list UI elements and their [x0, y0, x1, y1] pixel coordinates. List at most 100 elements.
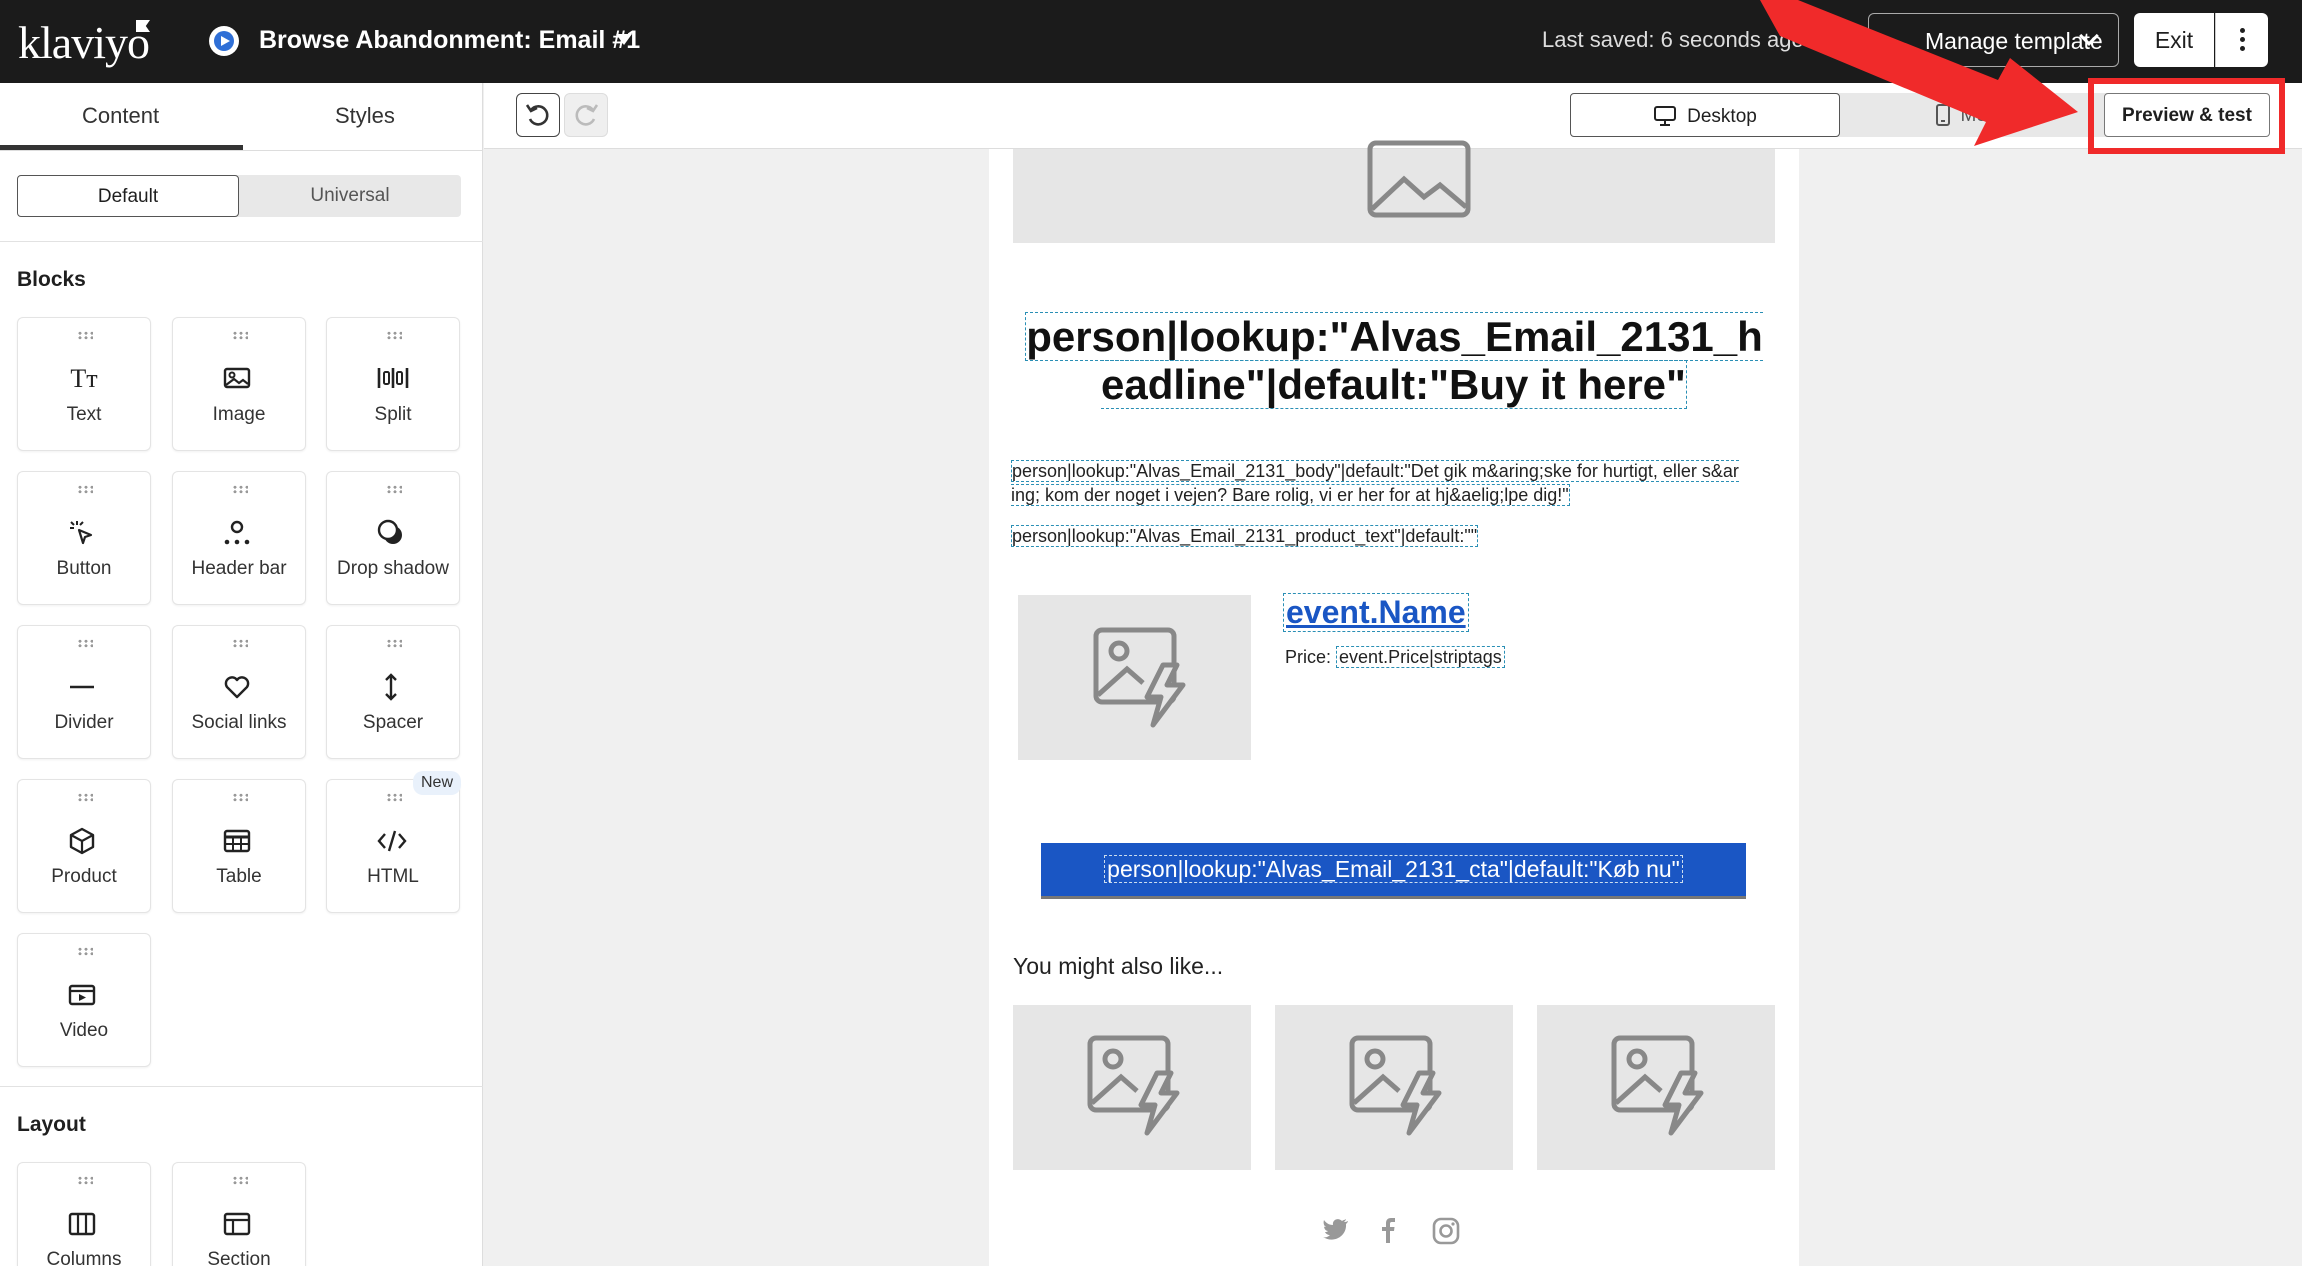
- block-label: Video: [59, 1020, 109, 1041]
- exit-button[interactable]: Exit: [2134, 13, 2214, 67]
- drag-handle-icon: [77, 485, 93, 494]
- block-text[interactable]: Tт Text: [17, 317, 151, 451]
- body-text-variable: person|lookup:"Alvas_Email_2131_body"|de…: [1011, 460, 1739, 506]
- recommended-product-image[interactable]: [1013, 1005, 1251, 1170]
- divider-icon: [67, 672, 101, 702]
- more-dot-icon: [2240, 46, 2245, 51]
- cta-text: person|lookup:"Alvas_Email_2131_cta"|def…: [1104, 855, 1683, 883]
- more-options-button[interactable]: [2215, 13, 2268, 67]
- annotation-highlight-box: [2088, 78, 2285, 154]
- block-divider[interactable]: Divider: [17, 625, 151, 759]
- block-table[interactable]: Table: [172, 779, 306, 913]
- block-drop-shadow[interactable]: Drop shadow: [326, 471, 460, 605]
- new-badge: New: [413, 771, 462, 795]
- drag-handle-icon: [386, 331, 402, 340]
- event-name-link[interactable]: event.Name: [1283, 593, 1469, 632]
- product-image-placeholder[interactable]: [1018, 595, 1251, 760]
- recommended-product-image[interactable]: [1537, 1005, 1775, 1170]
- flow-dropdown-caret-icon[interactable]: [616, 34, 632, 45]
- block-image[interactable]: Image: [172, 317, 306, 451]
- block-label: Divider: [54, 712, 114, 733]
- flow-status-icon: [209, 26, 239, 56]
- hero-image-placeholder[interactable]: [1013, 140, 1775, 243]
- columns-icon: [67, 1209, 101, 1239]
- heart-icon: [222, 672, 256, 702]
- undo-button[interactable]: [516, 93, 560, 137]
- section-divider: [0, 1086, 483, 1087]
- recommended-product-image[interactable]: [1275, 1005, 1513, 1170]
- block-label: Drop shadow: [337, 558, 449, 579]
- drop-shadow-icon: [376, 518, 410, 548]
- drag-handle-icon: [77, 1176, 93, 1185]
- left-sidebar: Content Styles Default Universal Blocks …: [0, 83, 483, 1266]
- email-canvas: person|lookup:"Alvas_Email_2131_headline…: [989, 140, 1799, 1266]
- block-label: Social links: [191, 712, 287, 733]
- flow-title[interactable]: Browse Abandonment: Email #1: [259, 26, 640, 55]
- vertical-arrows-icon: [376, 672, 410, 702]
- block-label: Split: [374, 404, 412, 425]
- block-product[interactable]: Product: [17, 779, 151, 913]
- dynamic-image-icon: [1087, 1035, 1180, 1136]
- cta-button[interactable]: person|lookup:"Alvas_Email_2131_cta"|def…: [1041, 843, 1746, 899]
- block-label: Button: [56, 558, 112, 579]
- block-html[interactable]: HTML: [326, 779, 460, 913]
- email-body-text[interactable]: person|lookup:"Alvas_Email_2131_body"|de…: [1011, 459, 1741, 507]
- block-label: HTML: [367, 866, 419, 887]
- cube-icon: [67, 826, 101, 856]
- product-text-variable: person|lookup:"Alvas_Email_2131_product_…: [1011, 525, 1479, 547]
- annotation-arrow-icon: [1760, 0, 2078, 146]
- tab-content[interactable]: Content: [82, 103, 159, 129]
- drag-handle-icon: [386, 485, 402, 494]
- drag-handle-icon: [386, 639, 402, 648]
- block-section[interactable]: Section: [172, 1162, 306, 1266]
- dynamic-image-icon: [1611, 1035, 1704, 1136]
- block-split[interactable]: Split: [326, 317, 460, 451]
- more-dot-icon: [2240, 37, 2245, 42]
- block-video[interactable]: Video: [17, 933, 151, 1067]
- drag-handle-icon: [232, 331, 248, 340]
- image-icon: [222, 364, 256, 394]
- block-label: Header bar: [191, 558, 287, 579]
- block-spacer[interactable]: Spacer: [326, 625, 460, 759]
- block-label: Image: [212, 404, 266, 425]
- tab-divider: [0, 150, 483, 151]
- klaviyo-logo[interactable]: klaviyo: [18, 16, 150, 69]
- block-social-links[interactable]: Social links: [172, 625, 306, 759]
- section-icon: [222, 1209, 256, 1239]
- blocks-heading: Blocks: [17, 268, 86, 291]
- block-button[interactable]: Button: [17, 471, 151, 605]
- drag-handle-icon: [77, 331, 93, 340]
- text-icon: Tт: [70, 364, 98, 393]
- price-variable: event.Price|striptags: [1336, 646, 1505, 668]
- image-placeholder-icon: [1367, 140, 1471, 218]
- drag-handle-icon: [232, 1176, 248, 1185]
- undo-icon: [525, 104, 549, 126]
- email-headline[interactable]: person|lookup:"Alvas_Email_2131_headline…: [1024, 312, 1764, 409]
- cursor-click-icon: [67, 518, 101, 548]
- dynamic-image-icon: [1349, 1035, 1442, 1136]
- split-icon: [376, 364, 410, 394]
- block-header-bar[interactable]: Header bar: [172, 471, 306, 605]
- desktop-icon: [1654, 106, 1677, 126]
- drag-handle-icon: [232, 639, 248, 648]
- redo-button[interactable]: [564, 93, 608, 137]
- block-label: Text: [66, 404, 102, 425]
- drag-handle-icon: [232, 485, 248, 494]
- block-columns[interactable]: Columns: [17, 1162, 151, 1266]
- twitter-icon[interactable]: [1322, 1217, 1350, 1241]
- default-toggle-button[interactable]: Default: [17, 175, 239, 217]
- recommendations-heading[interactable]: You might also like...: [1013, 953, 1223, 980]
- drag-handle-icon: [77, 793, 93, 802]
- instagram-icon[interactable]: [1432, 1217, 1460, 1245]
- block-label: Columns: [46, 1249, 122, 1266]
- price-label: Price:: [1285, 647, 1332, 667]
- facebook-icon[interactable]: [1380, 1217, 1396, 1243]
- product-price[interactable]: Price: event.Price|striptags: [1285, 646, 1505, 668]
- product-text[interactable]: person|lookup:"Alvas_Email_2131_product_…: [1011, 525, 1508, 547]
- more-dot-icon: [2240, 28, 2245, 33]
- tab-styles[interactable]: Styles: [335, 103, 395, 129]
- block-label: Section: [207, 1249, 271, 1266]
- universal-toggle-button[interactable]: Universal: [239, 175, 461, 217]
- desktop-label: Desktop: [1687, 106, 1757, 127]
- section-divider: [0, 241, 483, 242]
